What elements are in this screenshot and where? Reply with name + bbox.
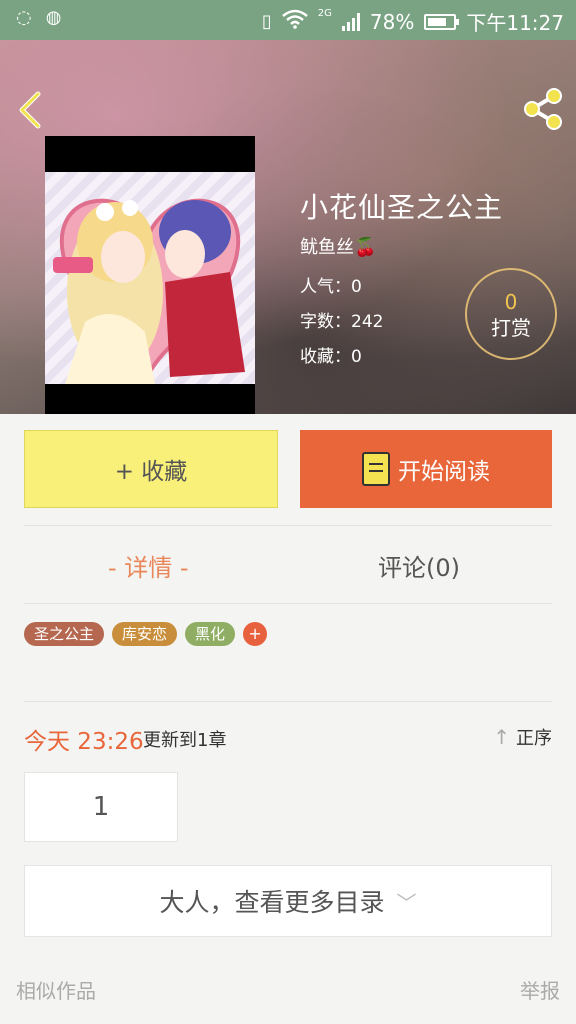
system-status: ▯ 2G 78% 下午11:27 [262,7,564,36]
collect-button[interactable]: + 收藏 [24,430,278,508]
tag-item[interactable]: 库安恋 [112,622,178,646]
notification-icons: ◌ ◍ [16,8,61,28]
book-cover[interactable] [45,136,255,414]
divider [24,603,552,604]
update-time: 今天 23:26 [24,729,144,755]
arrow-up-icon: ↑ [493,725,510,749]
more-catalog-label: 大人，查看更多目录 [159,888,385,917]
clock: 下午11:27 [466,11,564,35]
start-reading-label: 开始阅读 [398,459,490,485]
tag-item[interactable]: 黑化 [185,622,236,646]
sort-order-label: 正序 [516,728,552,749]
network-type: 2G [317,8,332,19]
book-icon [362,452,390,486]
author-name[interactable]: 鱿鱼丝🍒 [300,233,376,259]
chevron-down-icon: ﹀ [396,890,417,915]
popularity-stat: 人气：0 [300,277,362,297]
share-button[interactable] [520,86,566,132]
signal-icon [341,12,360,31]
update-text: 更新到1章 [143,730,227,751]
reward-label: 打赏 [491,316,531,340]
divider [24,701,552,702]
start-reading-button[interactable]: 开始阅读 [300,430,552,508]
message-icon: ◌ [16,7,32,28]
tag-list: 圣之公主 库安恋 黑化 + [24,622,268,646]
chapter-item[interactable]: 1 [24,772,178,842]
cover-illustration [45,172,255,384]
battery-icon [424,13,460,30]
book-title: 小花仙圣之公主 [300,191,504,224]
status-bar: ◌ ◍ ▯ 2G 78% 下午11:27 [0,0,576,40]
reward-button[interactable]: 0 打赏 [465,268,557,360]
back-button[interactable] [14,90,48,130]
share-icon [524,88,562,130]
chat-icon: ◍ [45,7,62,28]
sort-order-button[interactable]: ↑ 正序 [493,724,552,750]
report-link[interactable]: 举报 [520,975,560,1004]
more-catalog-button[interactable]: 大人，查看更多目录 ﹀ [24,865,552,937]
favorites-stat: 收藏：0 [300,347,362,367]
collect-label: + 收藏 [114,459,188,485]
book-header: 小花仙圣之公主 鱿鱼丝🍒 人气：0 字数：242 收藏：0 0 打赏 [0,40,576,414]
vibrate-icon: ▯ [261,10,272,32]
add-tag-button[interactable]: + [243,622,268,646]
divider [24,525,552,526]
similar-works-label: 相似作品 [16,979,96,1003]
wifi-icon [281,9,308,34]
battery-percent: 78% [369,9,415,34]
tag-item[interactable]: 圣之公主 [24,622,105,646]
tab-detail[interactable]: - 详情 - [108,548,189,583]
back-icon [19,91,41,129]
tab-comment[interactable]: 评论(0) [378,548,460,583]
reward-count: 0 [504,290,518,314]
chapter-number: 1 [92,792,110,822]
word-count-stat: 字数：242 [300,312,384,332]
